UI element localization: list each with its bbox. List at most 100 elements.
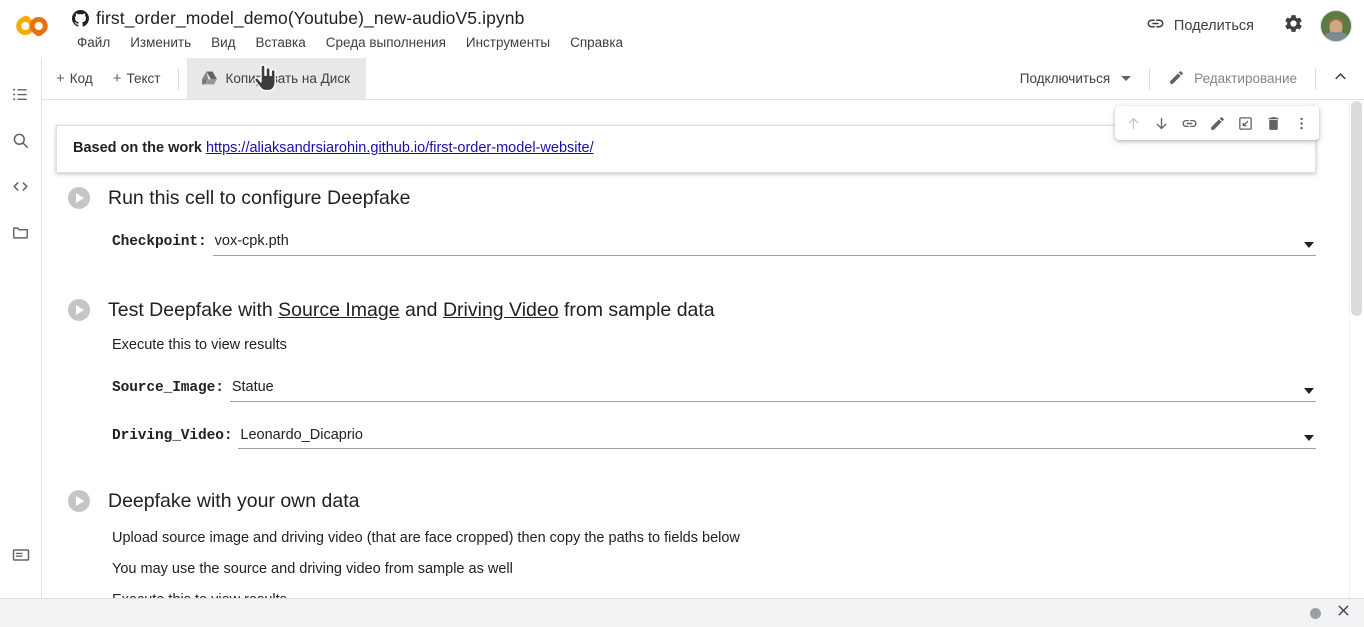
own-data-line-3: Execute this to view results: [112, 591, 1316, 599]
more-cell-actions-button[interactable]: [1287, 109, 1315, 137]
delete-cell-button[interactable]: [1259, 109, 1287, 137]
source-image-label: Source_Image:: [112, 379, 224, 396]
colab-logo[interactable]: [14, 11, 56, 41]
menu-item-insert[interactable]: Вставка: [253, 33, 309, 52]
cell-action-toolbar: [1115, 106, 1319, 140]
driving-video-link[interactable]: Driving Video: [443, 299, 559, 321]
source-image-input[interactable]: Statue: [229, 378, 1316, 402]
vertical-scrollbar[interactable]: [1349, 101, 1364, 598]
close-status-button[interactable]: [1335, 602, 1352, 624]
link-icon: [1146, 14, 1165, 37]
toolbar-divider: [1315, 67, 1316, 90]
driving-video-label: Driving_Video:: [112, 427, 233, 444]
toolbar-divider: [178, 67, 180, 90]
run-cell-button[interactable]: [68, 490, 90, 513]
menu-item-runtime[interactable]: Среда выполнения: [323, 33, 449, 52]
title-part-0: Test Deepfake with: [108, 299, 279, 321]
intro-text-line: Based on the work https://aliaksandrsiar…: [73, 138, 1299, 158]
menu-item-help[interactable]: Справка: [567, 33, 626, 52]
play-icon: [76, 496, 84, 507]
editing-status-button[interactable]: Редактирование: [1158, 63, 1307, 95]
menu-item-file[interactable]: Файл: [74, 33, 113, 52]
edit-cell-button[interactable]: [1203, 109, 1231, 137]
scrollbar-thumb[interactable]: [1351, 101, 1362, 316]
play-icon: [76, 305, 84, 316]
section-configure-deepfake: Run this cell to configure Deepfake Chec…: [43, 186, 1316, 256]
avatar[interactable]: [1320, 9, 1352, 42]
sidebar-item-table-of-contents[interactable]: [1, 74, 41, 120]
source-image-value: Statue: [231, 378, 274, 395]
section-title: Run this cell to configure Deepfake: [108, 187, 411, 209]
sidebar-item-code-snippets[interactable]: [1, 166, 41, 212]
section-header: Test Deepfake with Source Image and Driv…: [43, 298, 1316, 322]
add-code-cell-label: Код: [69, 71, 93, 86]
terminal-icon: [11, 545, 31, 570]
page-title: first_order_model_demo(Youtube)_new-audi…: [96, 7, 525, 28]
move-cell-down-button[interactable]: [1147, 109, 1175, 137]
close-icon: [1335, 602, 1352, 624]
form-row-source-image: Source_Image: Statue: [112, 378, 1316, 402]
status-badge: [1310, 607, 1321, 619]
menu-item-view[interactable]: Вид: [208, 33, 238, 52]
copy-cell-link-button[interactable]: [1175, 109, 1203, 137]
github-icon: [72, 9, 89, 27]
collapse-toolbar-button[interactable]: [1324, 63, 1356, 95]
search-icon: [11, 131, 30, 155]
pencil-icon: [1168, 69, 1185, 89]
section-header: Run this cell to configure Deepfake: [43, 186, 1316, 210]
notebook-toolbar: + Код + Текст Копировать на Диск Подключ…: [0, 58, 1364, 100]
editing-status-label: Редактирование: [1194, 71, 1297, 86]
section-subtitle: Execute this to view results: [112, 337, 287, 354]
menu-item-edit[interactable]: Изменить: [127, 33, 194, 52]
avatar-body: [1325, 31, 1347, 41]
colab-window: first_order_model_demo(Youtube)_new-audi…: [0, 0, 1364, 627]
add-text-cell-button[interactable]: + Текст: [103, 66, 171, 91]
connect-label: Подключиться: [1019, 71, 1111, 86]
status-bar: [0, 598, 1364, 627]
own-data-line-1: Upload source image and driving video (t…: [112, 530, 740, 547]
first-order-model-website-link[interactable]: https://aliaksandrsiarohin.github.io/fir…: [206, 140, 594, 156]
menu-bar: Файл Изменить Вид Вставка Среда выполнен…: [72, 33, 626, 52]
chevron-down-icon[interactable]: [1304, 435, 1314, 442]
driving-video-input[interactable]: Leonardo_Dicaprio: [238, 426, 1316, 450]
notebook-title-row[interactable]: first_order_model_demo(Youtube)_new-audi…: [72, 5, 626, 31]
sidebar-item-terminal[interactable]: [1, 534, 41, 580]
app-header: first_order_model_demo(Youtube)_new-audi…: [0, 0, 1364, 58]
section-title: Test Deepfake with Source Image and Driv…: [108, 298, 715, 322]
share-button[interactable]: Поделиться: [1134, 8, 1266, 43]
plus-icon: +: [112, 70, 122, 87]
add-code-cell-button[interactable]: + Код: [46, 66, 103, 91]
mirror-cell-button[interactable]: [1231, 109, 1259, 137]
sidebar-item-find-replace[interactable]: [1, 120, 41, 166]
markdown-cell-intro[interactable]: Based on the work https://aliaksandrsiar…: [56, 106, 1319, 174]
toolbar-left-group: + Код + Текст Копировать на Диск: [0, 58, 366, 99]
drive-icon: [201, 69, 218, 89]
run-cell-button[interactable]: [68, 299, 90, 322]
title-part-2: and: [399, 299, 443, 321]
section-title: Deepfake with your own data: [108, 490, 360, 512]
form-row-checkpoint: Checkpoint: vox-cpk.pth: [112, 232, 1316, 256]
checkpoint-label: Checkpoint:: [112, 234, 207, 251]
sidebar-item-files[interactable]: [1, 212, 41, 258]
chevron-down-icon[interactable]: [1121, 76, 1132, 81]
intro-prefix: Based on the work: [73, 140, 206, 156]
copy-to-drive-button[interactable]: Копировать на Диск: [187, 58, 366, 99]
code-icon: [11, 177, 30, 201]
title-block: first_order_model_demo(Youtube)_new-audi…: [72, 5, 626, 52]
settings-button[interactable]: [1276, 9, 1310, 43]
checkpoint-value: vox-cpk.pth: [214, 233, 289, 250]
connect-button[interactable]: Подключиться: [1010, 65, 1141, 92]
toolbar-right-group: Подключиться Редактирование: [1010, 58, 1356, 99]
own-data-line-2: You may use the source and driving video…: [112, 560, 513, 577]
checkpoint-input[interactable]: vox-cpk.pth: [212, 232, 1316, 256]
chevron-down-icon[interactable]: [1304, 387, 1314, 394]
section-test-deepfake: Test Deepfake with Source Image and Driv…: [43, 298, 1316, 450]
folder-icon: [11, 223, 30, 247]
move-cell-up-button[interactable]: [1119, 109, 1147, 137]
run-cell-button[interactable]: [68, 187, 90, 210]
menu-item-tools[interactable]: Инструменты: [463, 33, 553, 52]
header-actions: Поделиться: [1134, 8, 1352, 43]
chevron-down-icon[interactable]: [1304, 241, 1314, 248]
driving-video-value: Leonardo_Dicaprio: [240, 426, 363, 443]
source-image-link[interactable]: Source Image: [278, 299, 399, 321]
